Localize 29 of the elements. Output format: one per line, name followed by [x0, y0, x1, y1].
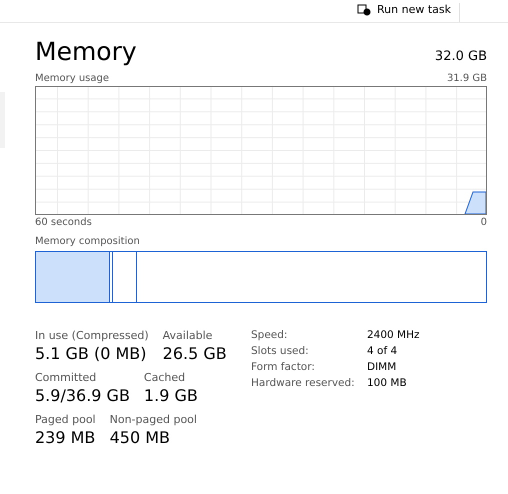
- stat-label: In use (Compressed): [35, 329, 149, 342]
- time-axis-end-label: 0: [480, 217, 487, 228]
- stat-value: 5.9/36.9 GB: [35, 386, 130, 405]
- run-task-icon: [357, 4, 372, 16]
- detail-value: 100 MB: [367, 377, 408, 389]
- stat-value: 5.1 GB (0 MB): [35, 344, 148, 363]
- chart-label: Memory usage: [35, 73, 110, 84]
- detail-label: Slots used:: [251, 345, 310, 357]
- stat-label: Cached: [144, 371, 186, 384]
- detail-label: Form factor:: [251, 361, 316, 373]
- stat-label: Committed: [35, 371, 98, 384]
- stat-value: 239 MB: [35, 428, 96, 447]
- stat-value: 450 MB: [110, 428, 172, 447]
- detail-value: 2400 MHz: [367, 329, 420, 341]
- page-title: Memory: [35, 37, 137, 67]
- detail-value: DIMM: [367, 361, 398, 373]
- stat-label: Paged pool: [35, 413, 96, 426]
- detail-label: Speed:: [251, 329, 288, 341]
- run-new-task-button[interactable]: Run new task: [349, 3, 460, 22]
- detail-value: 4 of 4: [367, 345, 398, 357]
- time-axis-label: 60 seconds: [35, 217, 92, 228]
- stat-label: Available: [162, 329, 214, 342]
- total-memory: 32.0 GB: [434, 49, 487, 66]
- detail-label: Hardware reserved:: [251, 377, 356, 389]
- composition-label: Memory composition: [35, 236, 140, 247]
- stat-label: Non-paged pool: [110, 413, 197, 426]
- chart-max-label: 31.9 GB: [446, 73, 487, 84]
- stat-value: 1.9 GB: [144, 386, 198, 405]
- stat-value: 26.5 GB: [162, 344, 227, 363]
